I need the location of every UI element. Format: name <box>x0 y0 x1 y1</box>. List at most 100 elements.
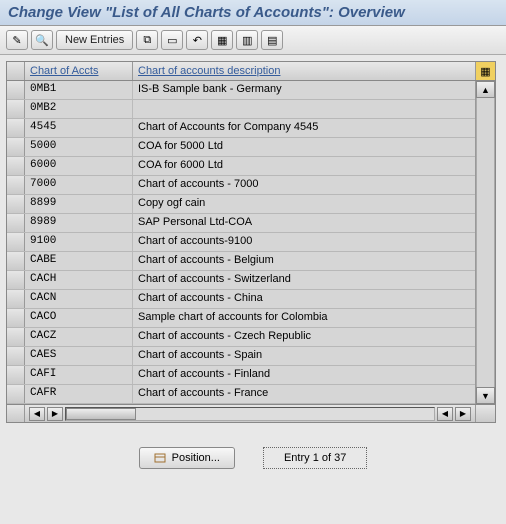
cell-chart-code[interactable]: CAFR <box>25 385 133 403</box>
cell-description[interactable]: Chart of accounts - Finland <box>133 366 475 384</box>
scroll-up-button[interactable]: ▲ <box>476 81 495 98</box>
scroll-down-button[interactable]: ▼ <box>476 387 495 404</box>
cell-chart-code[interactable]: 4545 <box>25 119 133 137</box>
other-view-button[interactable]: ✎ <box>6 30 28 50</box>
row-selector[interactable] <box>7 271 25 289</box>
cell-description[interactable] <box>133 100 475 118</box>
cell-chart-code[interactable]: 9100 <box>25 233 133 251</box>
row-selector[interactable] <box>7 81 25 99</box>
row-selector[interactable] <box>7 119 25 137</box>
table-settings-button[interactable]: ▦ <box>475 62 495 80</box>
cell-description[interactable]: Chart of accounts-9100 <box>133 233 475 251</box>
cell-chart-code[interactable]: CACH <box>25 271 133 289</box>
scroll-first-button[interactable]: ◀ <box>29 407 45 421</box>
row-selector[interactable] <box>7 309 25 327</box>
row-selector[interactable] <box>7 233 25 251</box>
cell-chart-code[interactable]: 0MB2 <box>25 100 133 118</box>
cell-chart-code[interactable]: CABE <box>25 252 133 270</box>
row-selector[interactable] <box>7 138 25 156</box>
cell-description[interactable]: Chart of accounts - Spain <box>133 347 475 365</box>
cell-description[interactable]: IS-B Sample bank - Germany <box>133 81 475 99</box>
new-entries-button[interactable]: New Entries <box>56 30 133 50</box>
deselect-all-button[interactable]: ▥ <box>236 30 258 50</box>
expand-button[interactable]: 🔍 <box>31 30 53 50</box>
undo-button[interactable]: ↶ <box>186 30 208 50</box>
row-selector[interactable] <box>7 347 25 365</box>
table-row[interactable]: CABEChart of accounts - Belgium <box>7 252 495 271</box>
table-row[interactable]: 4545Chart of Accounts for Company 4545 <box>7 119 495 138</box>
triangle-up-icon: ▲ <box>481 85 490 95</box>
cell-description[interactable]: SAP Personal Ltd-COA <box>133 214 475 232</box>
row-selector[interactable] <box>7 214 25 232</box>
scroll-right-button[interactable]: ◀ <box>437 407 453 421</box>
row-selector[interactable] <box>7 176 25 194</box>
scroll-left-button[interactable]: ▶ <box>47 407 63 421</box>
table-row[interactable]: CACNChart of accounts - China <box>7 290 495 309</box>
cell-description[interactable]: Chart of accounts - Switzerland <box>133 271 475 289</box>
row-selector[interactable] <box>7 385 25 403</box>
table-row[interactable]: 8989SAP Personal Ltd-COA <box>7 214 495 233</box>
col-header-description[interactable]: Chart of accounts description <box>133 62 475 80</box>
vertical-scroll-track[interactable] <box>476 98 495 387</box>
window-title: Change View "List of All Charts of Accou… <box>0 0 506 26</box>
cell-description[interactable]: Chart of accounts - France <box>133 385 475 403</box>
cell-description[interactable]: Chart of accounts - Czech Republic <box>133 328 475 346</box>
table-row[interactable]: CACHChart of accounts - Switzerland <box>7 271 495 290</box>
cell-chart-code[interactable]: 6000 <box>25 157 133 175</box>
cell-description[interactable]: Chart of accounts - 7000 <box>133 176 475 194</box>
row-selector[interactable] <box>7 290 25 308</box>
table-row[interactable]: CAFIChart of accounts - Finland <box>7 366 495 385</box>
table-row[interactable]: CACOSample chart of accounts for Colombi… <box>7 309 495 328</box>
select-all-button[interactable]: ▦ <box>211 30 233 50</box>
row-selection-header[interactable] <box>7 62 25 80</box>
horizontal-scrollbar: ◀ ▶ ◀ ▶ <box>7 404 495 422</box>
table-row[interactable]: CACZChart of accounts - Czech Republic <box>7 328 495 347</box>
position-button[interactable]: Position... <box>139 447 235 469</box>
table-row[interactable]: 0MB1IS-B Sample bank - Germany <box>7 81 495 100</box>
cell-description[interactable]: COA for 6000 Ltd <box>133 157 475 175</box>
cell-chart-code[interactable]: 5000 <box>25 138 133 156</box>
table-row[interactable]: 0MB2 <box>7 100 495 119</box>
row-selector[interactable] <box>7 366 25 384</box>
cell-chart-code[interactable]: CACO <box>25 309 133 327</box>
cell-description[interactable]: Sample chart of accounts for Colombia <box>133 309 475 327</box>
cell-chart-code[interactable]: CACN <box>25 290 133 308</box>
table-row[interactable]: 7000Chart of accounts - 7000 <box>7 176 495 195</box>
row-selector[interactable] <box>7 328 25 346</box>
delete-button[interactable]: ▭ <box>161 30 183 50</box>
cell-chart-code[interactable]: 8899 <box>25 195 133 213</box>
cell-chart-code[interactable]: CAFI <box>25 366 133 384</box>
cell-description[interactable]: Copy ogf cain <box>133 195 475 213</box>
bar-right-icon: ▶ <box>460 409 466 418</box>
table-row[interactable]: 8899Copy ogf cain <box>7 195 495 214</box>
vertical-scrollbar[interactable]: ▲ ▼ <box>475 81 495 404</box>
row-selector[interactable] <box>7 252 25 270</box>
table-body: 0MB1IS-B Sample bank - Germany0MB24545Ch… <box>7 81 495 404</box>
table-row[interactable]: 9100Chart of accounts-9100 <box>7 233 495 252</box>
cell-description[interactable]: Chart of accounts - Belgium <box>133 252 475 270</box>
cell-description[interactable]: Chart of Accounts for Company 4545 <box>133 119 475 137</box>
cell-chart-code[interactable]: 0MB1 <box>25 81 133 99</box>
row-selector[interactable] <box>7 195 25 213</box>
undo-icon: ↶ <box>193 34 202 47</box>
horizontal-scroll-thumb[interactable] <box>66 408 136 420</box>
cell-chart-code[interactable]: CACZ <box>25 328 133 346</box>
table-row[interactable]: 5000COA for 5000 Ltd <box>7 138 495 157</box>
accounts-table: Chart of Accts Chart of accounts descrip… <box>6 61 496 423</box>
cell-chart-code[interactable]: 8989 <box>25 214 133 232</box>
table-row[interactable]: CAESChart of accounts - Spain <box>7 347 495 366</box>
copy-button[interactable]: ⧉ <box>136 30 158 50</box>
cell-description[interactable]: COA for 5000 Ltd <box>133 138 475 156</box>
table-row[interactable]: 6000COA for 6000 Ltd <box>7 157 495 176</box>
cell-chart-code[interactable]: 7000 <box>25 176 133 194</box>
row-selector[interactable] <box>7 100 25 118</box>
print-button[interactable]: ▤ <box>261 30 283 50</box>
cell-description[interactable]: Chart of accounts - China <box>133 290 475 308</box>
scroll-last-button[interactable]: ▶ <box>455 407 471 421</box>
table-row[interactable]: CAFRChart of accounts - France <box>7 385 495 404</box>
col-header-chart-of-accts[interactable]: Chart of Accts <box>25 62 133 80</box>
horizontal-scroll-track[interactable] <box>65 407 435 421</box>
row-selector[interactable] <box>7 157 25 175</box>
entry-counter: Entry 1 of 37 <box>263 447 367 469</box>
cell-chart-code[interactable]: CAES <box>25 347 133 365</box>
